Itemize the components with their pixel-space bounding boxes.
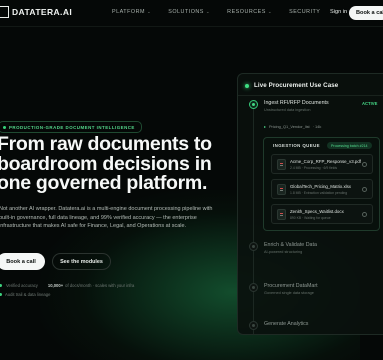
stat-label: Verified accuracy — [6, 283, 38, 288]
logo-text: DATATERA.AI — [12, 7, 73, 17]
step-subtitle: Unstructured data ingestion — [264, 108, 311, 112]
status-ring-icon — [362, 162, 367, 167]
file-icon — [277, 159, 286, 170]
check-dot-icon — [0, 293, 2, 296]
stat-label: Audit trail & data lineage — [5, 292, 51, 297]
step-title: Generate Analytics — [264, 321, 309, 327]
top-navigation: DATATERA.AI PLATFORM ⌄ SOLUTIONS ⌄ RESOURC… — [0, 0, 383, 26]
step-subtitle: Governed single data storage — [264, 291, 314, 295]
pill-text: PRODUCTION-GRADE DOCUMENT INTELLIGENCE — [9, 124, 135, 130]
nav-link-label: PLATFORM — [112, 9, 145, 15]
chip-extra: · 14k — [312, 124, 322, 129]
file-icon — [277, 209, 286, 220]
file-meta: 2.4 MB · Processing · 6/9 fields — [290, 166, 338, 170]
step-subtitle: AI-powered structuring — [264, 250, 303, 254]
panel-title: Live Procurement Use Case — [254, 82, 339, 89]
hero-pill-badge: PRODUCTION-GRADE DOCUMENT INTELLIGENCE — [0, 121, 142, 133]
stat-value: 10,000+ — [47, 283, 64, 288]
chevron-down-icon: ⌄ — [146, 9, 152, 14]
book-call-button[interactable]: Book a call — [0, 253, 45, 270]
file-icon — [277, 184, 286, 195]
headline-line: From raw documents to — [0, 133, 212, 155]
hero-description: Not another AI wrapper. Datatera.ai is a… — [0, 206, 213, 230]
queue-title: INGESTION QUEUE — [273, 143, 320, 148]
status-badge: ACTIVE — [362, 101, 378, 106]
step-core — [252, 245, 255, 248]
queue-item[interactable]: GlobalTech_Pricing_Matrix.xlsx 1.8 MB · … — [271, 179, 373, 199]
step-core — [252, 103, 255, 106]
queue-item[interactable]: Zenith_Specs_Waitlist.docx 890 KB · Wait… — [271, 204, 373, 224]
stat-item: 10,000+ of docs/month · scales with your… — [48, 283, 134, 288]
file-meta: 1.8 MB · Extraction validation pending — [290, 191, 348, 195]
file-meta: 890 KB · Waiting for queue — [290, 216, 331, 220]
hero-stats: Verified accuracy 10,000+ of docs/month … — [0, 283, 134, 288]
panel-divider — [238, 95, 383, 96]
step-title: Ingest RFI/RFP Documents — [264, 100, 329, 106]
step-idle-icon — [249, 242, 258, 251]
file-name: GlobalTech_Pricing_Matrix.xlsx — [290, 184, 352, 189]
chevron-down-icon: ⌄ — [267, 9, 273, 14]
nav-link-label: SOLUTIONS — [168, 9, 204, 15]
chip-label: Pricing_Q1_Vendor_list — [268, 124, 310, 129]
step-core — [252, 324, 255, 327]
file-name: Acme_Corp_RFP_Response_v3.pdf — [290, 159, 362, 164]
hero-stats-line2: Audit trail & data lineage — [0, 292, 50, 297]
nav-link-solutions[interactable]: SOLUTIONS ⌄ — [168, 9, 210, 15]
stat-item: Verified accuracy — [0, 283, 38, 288]
use-case-panel: Live Procurement Use Case Ingest RFI/RFP… — [237, 73, 383, 335]
ingestion-queue-card: INGESTION QUEUE Processing batch #214 Ac… — [263, 137, 380, 231]
nav-link-label: RESOURCES — [227, 9, 266, 15]
book-call-nav-button[interactable]: Book a call — [349, 6, 383, 20]
hero-headline: From raw documents to boardroom decision… — [0, 133, 237, 194]
headline-line: one governed platform. — [0, 172, 208, 194]
step-title: Procurement DataMart — [264, 283, 318, 289]
check-dot-icon — [0, 284, 2, 287]
logo[interactable]: DATATERA.AI — [0, 6, 72, 18]
sign-in-link[interactable]: Sign in — [330, 9, 347, 15]
panel-header: Live Procurement Use Case — [245, 82, 338, 89]
status-dot-icon — [3, 125, 6, 129]
file-chip: ▸ Pricing_Q1_Vendor_list · 14k — [264, 124, 321, 129]
stat-label: of docs/month · scales with your infra — [65, 283, 135, 288]
logo-icon — [0, 6, 9, 18]
live-indicator-icon — [245, 83, 249, 88]
chevron-down-icon: ⌄ — [205, 9, 211, 14]
step-title: Enrich & Validate Data — [264, 242, 317, 248]
file-name: Zenith_Specs_Waitlist.docx — [290, 209, 344, 214]
step-idle-icon — [249, 321, 258, 330]
nav-divider — [0, 26, 383, 27]
status-ring-icon — [362, 187, 367, 192]
status-badge: Processing batch #214 — [327, 142, 372, 149]
nav-link-platform[interactable]: PLATFORM ⌄ — [112, 9, 151, 15]
nav-link-security[interactable]: SECURITY — [289, 9, 320, 15]
step-idle-icon — [249, 283, 258, 292]
step-core — [252, 286, 255, 289]
step-active-icon — [249, 100, 258, 109]
nav-link-label: SECURITY — [289, 9, 321, 15]
status-ring-icon — [362, 212, 367, 217]
queue-item[interactable]: Acme_Corp_RFP_Response_v3.pdf 2.4 MB · P… — [271, 154, 373, 174]
nav-links: PLATFORM ⌄ SOLUTIONS ⌄ RESOURCES ⌄ SECURITY — [112, 9, 320, 15]
see-modules-button[interactable]: See the modules — [52, 253, 111, 270]
timeline-line — [253, 108, 254, 334]
nav-link-resources[interactable]: RESOURCES ⌄ — [227, 9, 272, 15]
arrow-icon: ▸ — [264, 124, 266, 129]
